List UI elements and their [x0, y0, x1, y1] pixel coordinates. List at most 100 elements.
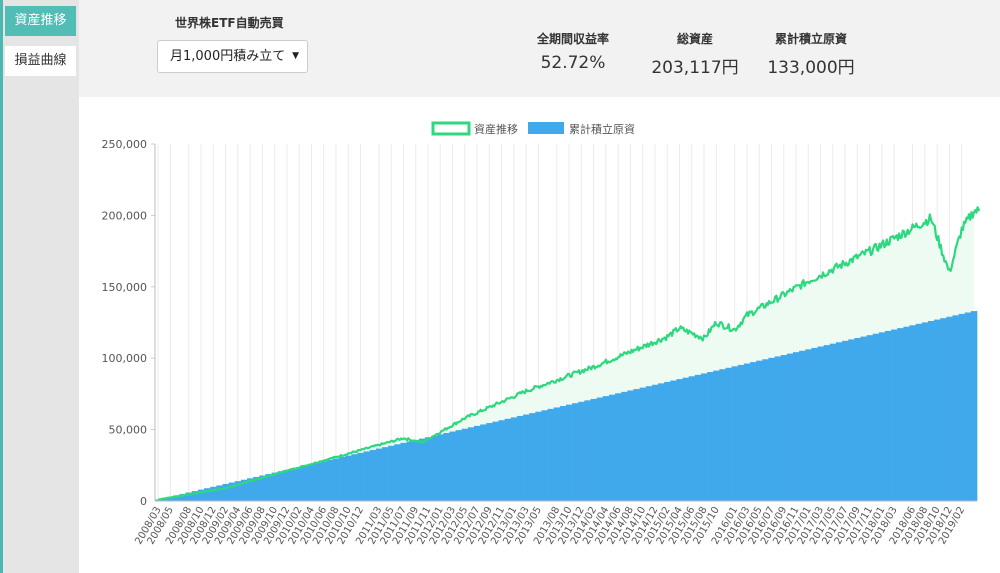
principal-bar — [842, 340, 849, 501]
principal-bar — [326, 459, 334, 501]
stat-label: 総資産 — [676, 32, 713, 46]
principal-bar — [670, 380, 677, 501]
principal-bar — [866, 335, 874, 501]
principal-bar — [645, 386, 653, 501]
principal-bar — [713, 370, 720, 501]
principal-bar — [504, 418, 512, 501]
principal-bar — [332, 458, 340, 501]
principal-bar — [566, 404, 573, 501]
principal-bar — [510, 417, 518, 501]
principal-bar — [909, 325, 916, 501]
y-tick-label: 150,000 — [102, 281, 148, 294]
principal-bar — [756, 360, 763, 501]
principal-bar — [277, 471, 285, 501]
plan-select-value: 月1,000円積み立て — [170, 49, 286, 64]
principal-bar — [811, 347, 818, 501]
principal-bar — [651, 384, 659, 501]
principal-bar — [523, 414, 530, 501]
etf-title: 世界株ETF自動売買 — [175, 16, 284, 30]
principal-bar — [516, 415, 524, 501]
principal-bar — [541, 410, 548, 501]
legend-label-principal: 累計積立原資 — [569, 122, 635, 136]
principal-bar — [700, 373, 708, 501]
principal-bar — [271, 472, 279, 501]
principal-bar — [492, 421, 499, 501]
principal-bar — [952, 315, 959, 501]
principal-bar — [860, 336, 867, 501]
x-axis-ticks: 2008/032008/052008/082008/102008/122009/… — [133, 505, 967, 546]
principal-bar — [743, 363, 751, 501]
y-tick-label: 0 — [140, 495, 147, 508]
principal-bar — [774, 356, 782, 501]
principal-bar — [498, 420, 505, 501]
tab-asset-trend[interactable]: 資産推移 — [5, 6, 76, 36]
principal-bar — [615, 393, 622, 501]
principal-bar — [584, 400, 591, 501]
principal-bar — [486, 423, 493, 501]
principal-bar — [480, 424, 487, 501]
principal-bar — [970, 311, 978, 501]
chart-legend: 資産推移 累計積立原資 — [431, 121, 635, 136]
y-tick-label: 50,000 — [109, 424, 148, 437]
principal-bar — [578, 401, 585, 501]
principal-bar — [664, 381, 671, 501]
principal-bar — [400, 442, 407, 501]
legend-swatch-asset — [431, 121, 471, 136]
principal-bar — [872, 333, 880, 501]
stat-total-return: 全期間収益率 52.72% — [530, 30, 616, 73]
principal-bar — [375, 448, 383, 501]
principal-bar — [688, 376, 696, 501]
principal-bar — [535, 411, 542, 501]
asset-chart: 資産推移 累計積立原資 0 50,000 100,000 150,000 200,000… — [102, 121, 980, 546]
principal-bar — [553, 407, 561, 501]
stat-total-assets: 総資産 203,117円 — [640, 30, 750, 78]
principal-bar — [927, 321, 935, 501]
principal-bar — [559, 406, 567, 501]
principal-bar — [602, 396, 610, 501]
principal-bar — [443, 432, 450, 501]
principal-bar — [418, 438, 426, 501]
principal-bar — [351, 454, 358, 501]
tab-profit-curve[interactable]: 損益曲線 — [5, 46, 76, 76]
principal-bar — [878, 332, 886, 501]
principal-bar — [823, 345, 831, 501]
principal-bar — [449, 431, 456, 501]
stat-total-principal: 累計積立原資 133,000円 — [760, 30, 862, 78]
stat-value: 52.72% — [540, 53, 606, 73]
principal-bar — [357, 452, 364, 501]
principal-bar — [780, 355, 788, 501]
principal-bar — [964, 312, 972, 501]
principal-bar — [627, 390, 634, 501]
principal-bar — [345, 455, 352, 501]
principal-bar — [308, 464, 315, 501]
principal-bar — [412, 440, 420, 501]
principal-bar — [731, 366, 739, 501]
principal-bar — [884, 330, 892, 501]
principal-bar — [467, 427, 475, 501]
principal-bar — [897, 328, 904, 501]
y-tick-label: 250,000 — [102, 138, 148, 151]
principal-bar — [455, 430, 463, 501]
principal-bar — [676, 379, 683, 501]
principal-bar — [302, 465, 309, 501]
principal-bar — [369, 449, 377, 501]
principal-bar — [762, 359, 769, 501]
y-tick-label: 100,000 — [102, 352, 148, 365]
plan-select[interactable]: 月1,000円積み立て ▼ — [157, 40, 308, 73]
legend-swatch-principal — [528, 122, 564, 134]
principal-bar — [296, 466, 303, 501]
principal-bar — [940, 318, 947, 501]
principal-bar — [903, 326, 910, 501]
principal-bar — [406, 441, 413, 501]
principal-bar — [854, 338, 861, 501]
principal-bar — [381, 447, 389, 501]
principal-bar — [719, 369, 726, 501]
principal-bar — [394, 444, 401, 501]
principal-bar — [289, 468, 297, 501]
principal-bar — [829, 343, 837, 501]
principal-bar — [707, 372, 714, 501]
principal-bar — [363, 451, 371, 501]
principal-bar — [216, 485, 223, 501]
stat-value: 203,117円 — [651, 58, 739, 78]
principal-bar — [621, 391, 628, 501]
